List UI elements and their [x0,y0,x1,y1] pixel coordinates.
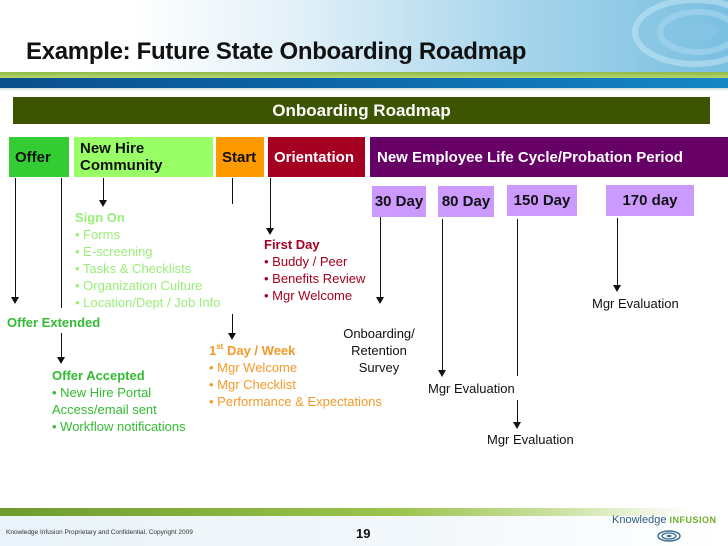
first-week-item: • Mgr Checklist [209,377,296,392]
offer-extended-label: Offer Extended [7,315,101,330]
phase-start: Start [216,137,264,177]
milestone-80-day-label: 80 Day [441,193,491,210]
first-day-item: • Mgr Welcome [264,288,353,303]
first-day-notes: First Day • Buddy / Peer • Benefits Revi… [264,236,365,304]
milestone-30-day-label: 30 Day [374,193,424,210]
survey-line: Retention [351,343,407,358]
offer-accepted-heading: Offer Accepted [52,368,145,383]
first-week-heading-rest: Day / Week [223,343,296,358]
phase-nhc-label-line2: Community [80,157,163,174]
arrow-down-icon [613,285,621,292]
logo-word-1: Knowledge [612,514,667,526]
arrow-down-icon [228,333,236,340]
connector-150-day-lower [517,400,518,422]
milestone-30-day: 30 Day [372,186,426,217]
phase-life-cycle-label: New Employee Life Cycle/Probation Period [377,148,683,166]
footer-copyright: Knowledge Infusion Proprietary and Confi… [6,529,193,536]
connector-offer-right [61,178,62,308]
connector-sign-on [103,178,104,200]
ripple-decoration-icon [632,0,728,67]
phase-orientation: Orientation [268,137,365,177]
survey-line: Onboarding/ [343,326,415,341]
sign-on-item: • Tasks & Checklists [75,261,192,276]
connector-first-week [232,314,233,334]
connector-30-day [380,217,381,297]
connector-80-day [442,219,443,370]
offer-accepted-item: Access/email sent [52,402,157,417]
milestone-170-day-label: 170 day [622,192,678,209]
milestone-170-day: 170 day [606,185,694,216]
first-week-item: • Performance & Expectations [209,394,382,409]
offer-accepted-notes: Offer Accepted • New Hire Portal Access/… [52,367,186,435]
header-band-blue [0,78,728,88]
survey-notes: Onboarding/ Retention Survey [336,325,422,376]
company-logo: Knowledge INFUSION [612,514,717,526]
ripple-logo-icon [657,530,681,542]
sign-on-item: • Organization Culture [75,278,203,293]
logo-word-2: INFUSION [669,515,717,525]
phase-offer-label: Offer [15,148,51,166]
sign-on-notes: Sign On • Forms • E-screening • Tasks & … [75,209,220,311]
mgr-evaluation-150-day: Mgr Evaluation [487,432,574,447]
phase-offer: Offer [9,137,69,177]
offer-accepted-item: • Workflow notifications [52,419,186,434]
arrow-down-icon [266,228,274,235]
header-band-shadow [0,88,728,91]
milestone-150-day: 150 Day [507,185,577,216]
phase-orientation-label: Orientation [274,148,355,166]
arrow-down-icon [57,357,65,364]
phase-new-hire-community: New Hire Community [74,137,213,177]
phase-nhc-label-line1: New Hire [80,140,145,157]
milestone-150-day-label: 150 Day [513,192,571,209]
sign-on-item: • Forms [75,227,120,242]
connector-150-day [517,219,518,376]
first-day-item: • Buddy / Peer [264,254,348,269]
sign-on-item: • Location/Dept / Job Info [75,295,221,310]
survey-line: Survey [358,360,400,375]
milestone-80-day: 80 Day [438,186,494,217]
first-day-item: • Benefits Review [264,271,366,286]
sign-on-item: • E-screening [75,244,153,259]
connector-first-day [270,178,271,228]
arrow-down-icon [513,422,521,429]
sign-on-heading: Sign On [75,210,125,225]
connector-170-day [617,218,618,285]
arrow-down-icon [11,297,19,304]
connector-offer-extended [15,178,16,297]
mgr-evaluation-80-day: Mgr Evaluation [428,381,515,396]
arrow-down-icon [438,370,446,377]
connector-offer-accepted [61,333,62,357]
arrow-down-icon [376,297,384,304]
offer-accepted-item: • New Hire Portal [52,385,152,400]
connector-start-top [232,178,233,204]
slide-title: Example: Future State Onboarding Roadmap [26,38,527,65]
roadmap-header-bar: Onboarding Roadmap [13,97,710,124]
mgr-evaluation-170-day: Mgr Evaluation [592,296,679,311]
phase-start-label: Start [222,148,257,166]
phase-life-cycle: New Employee Life Cycle/Probation Period [370,137,728,177]
first-day-heading: First Day [264,237,320,252]
arrow-down-icon [99,200,107,207]
page-number: 19 [356,526,371,541]
